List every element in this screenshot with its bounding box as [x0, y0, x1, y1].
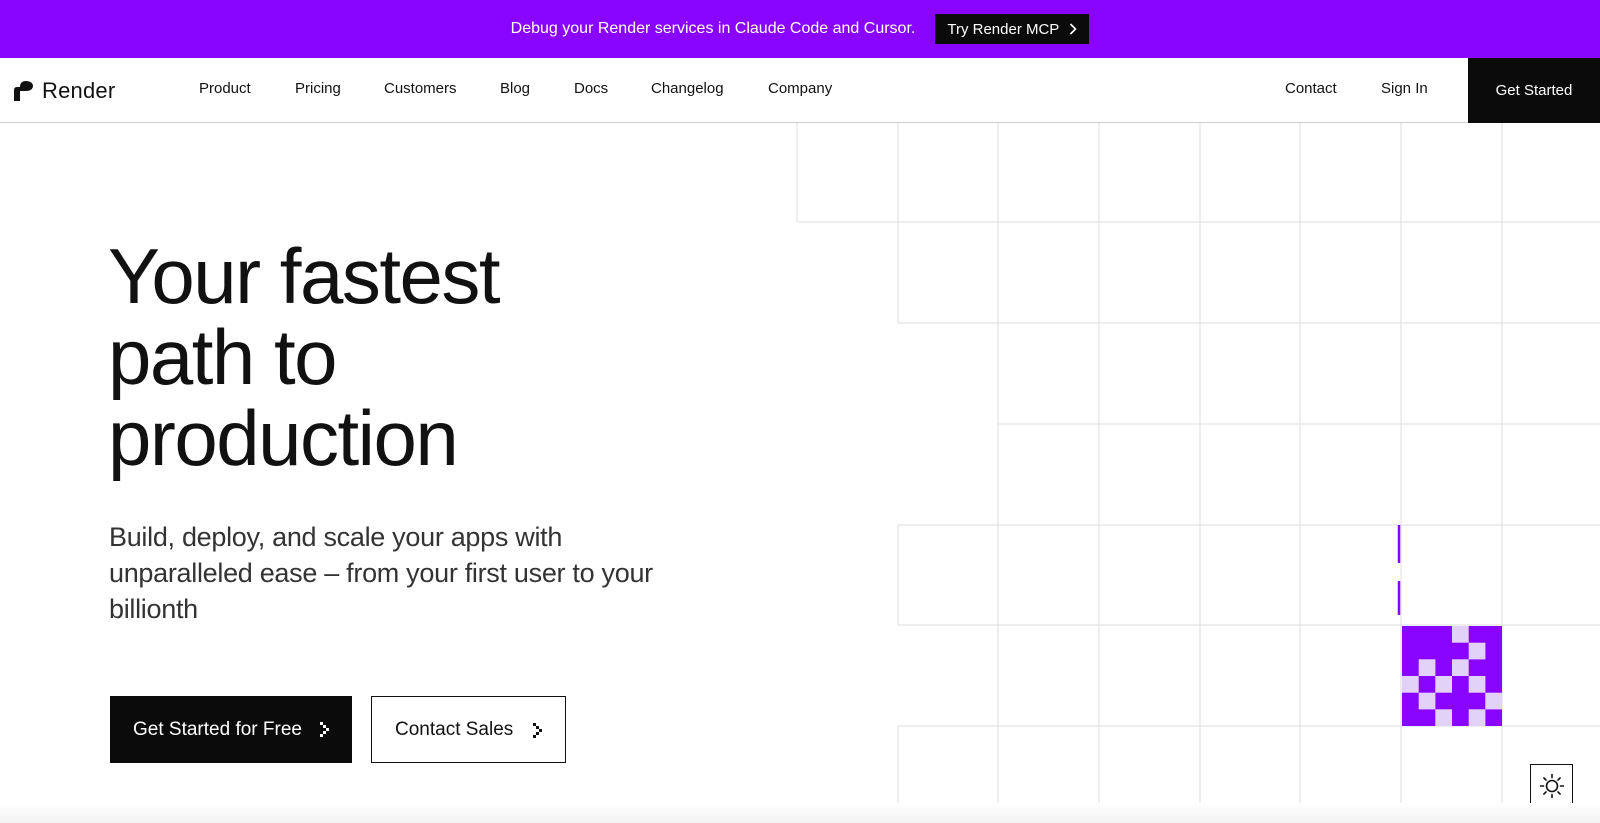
nav-item-changelog[interactable]: Changelog [651, 80, 724, 97]
get-started-button[interactable]: Get Started [1468, 58, 1600, 123]
sun-icon [1539, 773, 1564, 798]
announcement-banner: Debug your Render services in Claude Cod… [0, 0, 1600, 58]
main-nav: Render Product Pricing Customers Blog Do… [0, 58, 1600, 123]
hero-title-line-1: Your fastest [108, 232, 501, 320]
bottom-fade [0, 803, 1600, 823]
chevron-right-icon [533, 723, 542, 738]
nav-item-pricing[interactable]: Pricing [295, 80, 341, 97]
contact-sales-button[interactable]: Contact Sales [371, 696, 566, 763]
nav-item-company[interactable]: Company [768, 80, 832, 97]
theme-toggle-button[interactable] [1530, 764, 1573, 807]
nav-item-product[interactable]: Product [199, 80, 251, 97]
nav-item-blog[interactable]: Blog [500, 80, 530, 97]
hero-title: Your fastest path to production [108, 236, 668, 479]
chevron-right-icon [1070, 23, 1077, 35]
contact-sales-label: Contact Sales [395, 718, 514, 740]
nav-item-customers[interactable]: Customers [384, 80, 457, 97]
logo-text: Render [42, 78, 116, 103]
render-logo[interactable]: Render [14, 78, 115, 104]
hero-title-line-2: path to [108, 313, 338, 401]
get-started-free-button[interactable]: Get Started for Free [110, 696, 352, 763]
nav-item-docs[interactable]: Docs [574, 80, 608, 97]
get-started-free-label: Get Started for Free [133, 718, 302, 740]
nav-sign-in-link[interactable]: Sign In [1381, 80, 1428, 97]
banner-text: Debug your Render services in Claude Cod… [510, 20, 916, 37]
chevron-right-icon [320, 722, 329, 737]
render-logo-icon [14, 81, 33, 101]
try-render-mcp-button[interactable]: Try Render MCP [935, 14, 1090, 44]
hero-subtitle: Build, deploy, and scale your apps with … [109, 522, 653, 624]
banner-button-label: Try Render MCP [947, 20, 1060, 38]
hero-title-line-3: production [108, 394, 459, 482]
nav-contact-link[interactable]: Contact [1285, 80, 1337, 97]
